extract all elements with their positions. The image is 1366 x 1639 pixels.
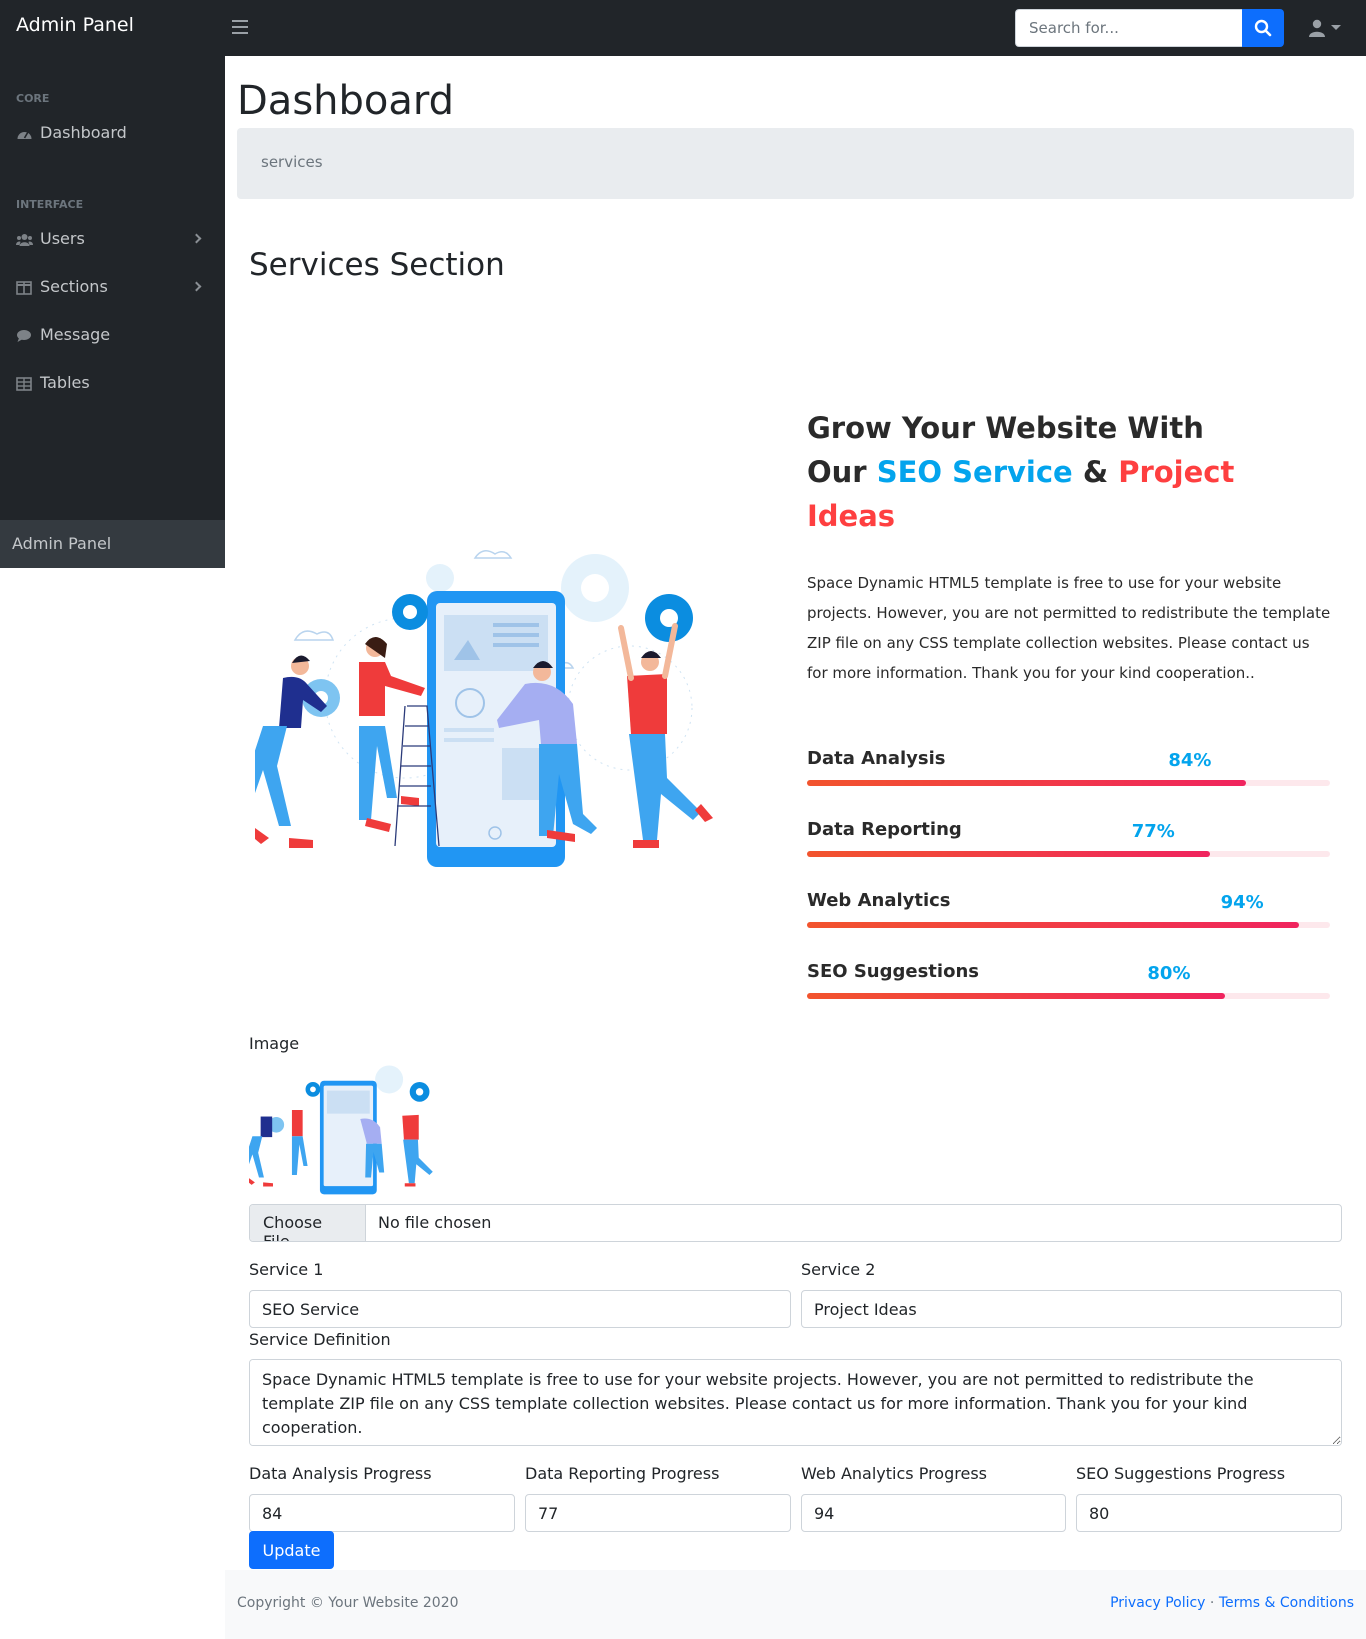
skill-percent: 80%	[1147, 963, 1191, 984]
headline-ampersand: &	[1072, 455, 1119, 489]
chevron-right-icon	[191, 281, 202, 292]
terms-link[interactable]: Terms & Conditions	[1219, 1595, 1354, 1611]
skill-data-reporting: Data Reporting 77%	[807, 819, 1330, 859]
skill-percent: 77%	[1131, 821, 1175, 842]
page-footer: Copyright © Your Website 2020 Privacy Po…	[225, 1570, 1366, 1639]
table-icon	[16, 377, 32, 391]
sidebar-item-label: Sections	[40, 277, 108, 296]
user-dropdown-toggle[interactable]	[1309, 17, 1345, 39]
file-status-text: No file chosen	[378, 1213, 492, 1232]
skill-web-analytics: Web Analytics 94%	[807, 890, 1330, 930]
data-reporting-progress-label: Data Reporting Progress	[525, 1464, 720, 1483]
sidebar-item-dashboard[interactable]: Dashboard	[16, 121, 210, 151]
sidebar-item-users[interactable]: Users	[16, 227, 210, 257]
image-file-input[interactable]: Choose File No file chosen	[249, 1204, 1342, 1242]
progress-fill	[807, 993, 1226, 999]
sidebar-footer: Admin Panel	[0, 520, 225, 568]
sidebar: CORE Dashboard INTERFACE Users Sections	[0, 56, 225, 568]
data-reporting-progress-input[interactable]	[525, 1494, 791, 1532]
update-button[interactable]: Update	[249, 1531, 334, 1569]
footer-separator: ·	[1205, 1595, 1219, 1611]
sidebar-item-message[interactable]: Message	[16, 323, 210, 353]
breadcrumb-item-services: services	[261, 153, 323, 171]
skill-percent: 84%	[1168, 750, 1212, 771]
services-illustration	[255, 550, 713, 867]
skill-percent: 94%	[1220, 892, 1264, 913]
users-icon	[16, 234, 33, 246]
seo-suggestions-progress-label: SEO Suggestions Progress	[1076, 1464, 1286, 1483]
service2-label: Service 2	[801, 1260, 876, 1279]
sidebar-item-label: Message	[40, 325, 111, 344]
chevron-down-icon	[1331, 25, 1341, 30]
sidebar-item-sections[interactable]: Sections	[16, 275, 210, 305]
sidebar-item-tables[interactable]: Tables	[16, 371, 210, 401]
user-icon	[1309, 19, 1325, 37]
image-label: Image	[249, 1034, 300, 1053]
tachometer-icon	[17, 131, 32, 139]
search-button[interactable]	[1242, 9, 1284, 47]
privacy-policy-link[interactable]: Privacy Policy	[1110, 1595, 1205, 1611]
top-navbar: Admin Panel	[0, 0, 1366, 56]
brand-link[interactable]: Admin Panel	[16, 14, 134, 36]
skill-name: Data Analysis	[807, 748, 946, 769]
skill-data-analysis: Data Analysis 84%	[807, 748, 1330, 788]
web-analytics-progress-label: Web Analytics Progress	[801, 1464, 987, 1483]
progress-fill	[807, 780, 1247, 786]
skill-name: Web Analytics	[807, 890, 951, 911]
services-headline: Grow Your Website With Our SEO Service &…	[807, 406, 1257, 538]
data-analysis-progress-input[interactable]	[249, 1494, 515, 1532]
sidebar-item-label: Tables	[40, 373, 90, 392]
section-title: Services Section	[249, 247, 505, 283]
progress-fill	[807, 922, 1299, 928]
skill-seo-suggestions: SEO Suggestions 80%	[807, 961, 1330, 1001]
breadcrumb: services	[237, 128, 1354, 199]
services-description: Space Dynamic HTML5 template is free to …	[807, 574, 1331, 682]
data-analysis-progress-label: Data Analysis Progress	[249, 1464, 432, 1483]
service2-input[interactable]	[801, 1290, 1342, 1328]
progress-track	[807, 851, 1330, 857]
skill-name: SEO Suggestions	[807, 961, 979, 982]
choose-file-button[interactable]: Choose File	[250, 1205, 366, 1241]
seo-suggestions-progress-input[interactable]	[1076, 1494, 1342, 1532]
progress-fill	[807, 851, 1210, 857]
service1-input[interactable]	[249, 1290, 791, 1328]
service1-label: Service 1	[249, 1260, 324, 1279]
sidebar-heading-interface: INTERFACE	[16, 198, 84, 211]
sidebar-item-label: Dashboard	[40, 123, 127, 142]
comment-icon	[17, 330, 31, 342]
service-definition-textarea[interactable]: Space Dynamic HTML5 template is free to …	[249, 1359, 1342, 1446]
headline-highlight-blue: SEO Service	[876, 455, 1073, 489]
service-definition-label: Service Definition	[249, 1330, 391, 1349]
progress-track	[807, 922, 1330, 928]
page-title: Dashboard	[237, 78, 455, 124]
web-analytics-progress-input[interactable]	[801, 1494, 1066, 1532]
chevron-right-icon	[191, 233, 202, 244]
progress-track	[807, 780, 1330, 786]
copyright-text: Copyright © Your Website 2020	[237, 1595, 459, 1611]
search-form	[1015, 9, 1284, 47]
footer-links: Privacy Policy · Terms & Conditions	[1110, 1595, 1354, 1611]
search-icon	[1254, 19, 1272, 37]
search-input[interactable]	[1015, 9, 1242, 47]
sidebar-toggle-button[interactable]	[232, 16, 248, 38]
columns-icon	[16, 281, 32, 295]
skill-name: Data Reporting	[807, 819, 962, 840]
sidebar-item-label: Users	[40, 229, 85, 248]
image-preview-thumbnail	[249, 1065, 433, 1195]
progress-track	[807, 993, 1330, 999]
sidebar-heading-core: CORE	[16, 92, 50, 105]
